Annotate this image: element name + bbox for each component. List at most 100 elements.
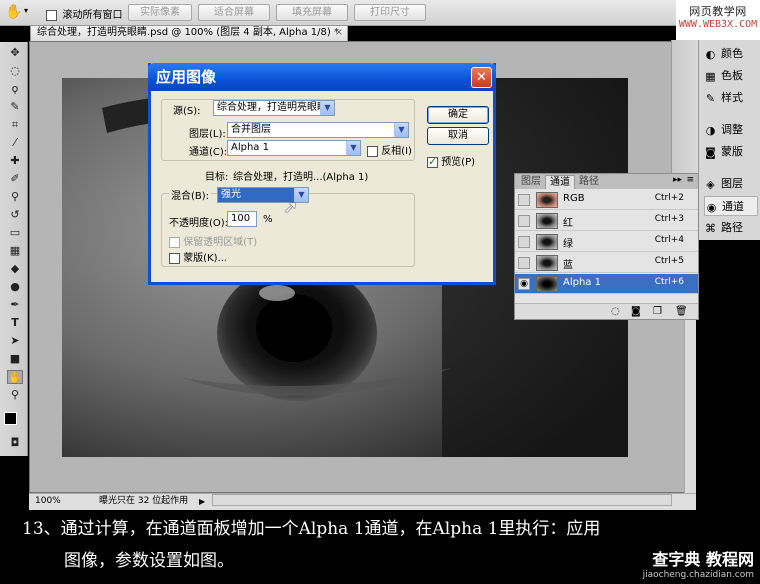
- caption-line-1: 13、通过计算，在通道面板增加一个Alpha 1通道，在Alpha 1里执行：应…: [22, 519, 601, 539]
- hand-tool-icon[interactable]: ✋: [5, 4, 22, 20]
- chevron-down-icon[interactable]: ▾: [24, 6, 28, 15]
- layer-select[interactable]: 合并图层 ▼: [227, 122, 409, 138]
- pen-tool-icon[interactable]: ✒: [7, 298, 23, 312]
- blur-tool-icon[interactable]: ◆: [7, 262, 23, 276]
- delete-channel-icon[interactable]: 🗑: [675, 306, 688, 317]
- fit-screen-button[interactable]: 适合屏幕: [198, 4, 270, 21]
- channel-row-green[interactable]: 绿 Ctrl+4: [515, 232, 698, 252]
- quick-select-tool-icon[interactable]: ✎: [7, 100, 23, 114]
- preview-checkbox[interactable]: 预览(P): [427, 153, 475, 168]
- ok-button[interactable]: 确定: [427, 106, 489, 124]
- channel-thumbnail: [536, 213, 558, 229]
- channels-icon: ◉: [706, 200, 717, 214]
- marquee-tool-icon[interactable]: ◌: [7, 64, 23, 78]
- quick-mask-icon[interactable]: ◘: [7, 436, 23, 450]
- save-selection-icon[interactable]: ◙: [631, 306, 641, 317]
- preserve-transparency-checkbox[interactable]: 保留透明区域(T): [169, 233, 257, 248]
- healing-brush-tool-icon[interactable]: ✚: [7, 154, 23, 168]
- invert-checkbox[interactable]: 反相(I): [367, 142, 412, 157]
- invert-label: 反相(I): [381, 146, 412, 157]
- panel-adjustments[interactable]: ◑ 调整: [704, 120, 758, 140]
- panel-masks[interactable]: ◙ 蒙版: [704, 142, 758, 162]
- panel-styles[interactable]: ✎ 样式: [704, 88, 758, 108]
- checkbox-box[interactable]: [46, 9, 57, 21]
- document-tab[interactable]: 综合处理，打造明亮眼睛.psd @ 100% (图层 4 副本, Alpha 1…: [30, 25, 348, 41]
- panel-styles-label: 样式: [721, 91, 743, 104]
- opacity-input[interactable]: 100: [227, 211, 257, 227]
- blending-label: 混合(B):: [169, 187, 212, 202]
- channel-select[interactable]: Alpha 1 ▼: [227, 140, 361, 156]
- close-tab-icon[interactable]: ×: [335, 26, 343, 40]
- tab-channels[interactable]: 通道: [545, 175, 575, 189]
- load-selection-icon[interactable]: ◌: [611, 306, 620, 317]
- channel-row-blue[interactable]: 蓝 Ctrl+5: [515, 253, 698, 273]
- visibility-toggle[interactable]: [518, 257, 530, 269]
- close-button[interactable]: ✕: [471, 67, 492, 88]
- eye-icon[interactable]: ◉: [518, 278, 530, 290]
- channel-name: Alpha 1: [563, 277, 601, 288]
- crop-tool-icon[interactable]: ⌗: [7, 118, 23, 132]
- panel-layers[interactable]: ◈ 图层: [704, 174, 758, 194]
- panel-color[interactable]: ◐ 颜色: [704, 44, 758, 64]
- new-channel-icon[interactable]: ❐: [653, 306, 662, 317]
- visibility-toggle[interactable]: [518, 194, 530, 206]
- channel-label: 通道(C):: [189, 147, 228, 158]
- source-label: 源(S):: [173, 106, 201, 117]
- color-icon: ◐: [705, 47, 716, 61]
- preserve-checkbox-box[interactable]: [169, 236, 180, 248]
- channels-panel-footer: ◌ ◙ ❐ 🗑: [515, 303, 698, 319]
- brush-tool-icon[interactable]: ✐: [7, 172, 23, 186]
- clone-stamp-tool-icon[interactable]: ⚲: [7, 190, 23, 204]
- chevron-down-icon[interactable]: ▼: [346, 141, 360, 155]
- visibility-toggle[interactable]: [518, 215, 530, 227]
- tab-layers[interactable]: 图层: [517, 175, 545, 189]
- panel-swatches[interactable]: ▦ 色板: [704, 66, 758, 86]
- source-select[interactable]: 综合处理，打造明亮眼睛... ▼: [213, 100, 335, 116]
- status-menu-arrow-icon[interactable]: ▶: [199, 494, 205, 509]
- path-select-tool-icon[interactable]: ➤: [7, 334, 23, 348]
- caption-line-2: 图像，参数设置如图。: [64, 551, 234, 571]
- panel-menu-icon[interactable]: ≡: [686, 175, 694, 185]
- print-size-button[interactable]: 打印尺寸: [354, 4, 426, 21]
- preview-checkbox-box[interactable]: [427, 155, 438, 168]
- chevron-down-icon[interactable]: ▼: [394, 123, 408, 137]
- invert-checkbox-box[interactable]: [367, 145, 378, 157]
- cancel-button[interactable]: 取消: [427, 127, 489, 145]
- type-tool-icon[interactable]: T: [7, 316, 23, 330]
- zoom-level[interactable]: 100%: [35, 494, 61, 509]
- collapse-icon[interactable]: ▸▸: [673, 175, 682, 185]
- zoom-tool-icon[interactable]: ⚲: [7, 388, 23, 402]
- fill-screen-button[interactable]: 填充屏幕: [276, 4, 348, 21]
- channel-row-rgb[interactable]: RGB Ctrl+2: [515, 190, 698, 210]
- mask-checkbox-box[interactable]: [169, 252, 180, 264]
- hand-tool-icon[interactable]: ✋: [7, 370, 23, 384]
- visibility-toggle[interactable]: [518, 236, 530, 248]
- lasso-tool-icon[interactable]: ϙ: [7, 82, 23, 96]
- target-label: 目标:: [205, 172, 229, 183]
- cursor-icon: ➚: [283, 197, 299, 218]
- horizontal-scrollbar[interactable]: [212, 494, 672, 506]
- channel-row-alpha1[interactable]: ◉ Alpha 1 Ctrl+6: [515, 274, 698, 294]
- paths-icon: ⌘: [705, 221, 716, 235]
- move-tool-icon[interactable]: ✥: [7, 46, 23, 60]
- chevron-down-icon[interactable]: ▼: [320, 101, 334, 115]
- eyedropper-tool-icon[interactable]: ⁄: [7, 136, 23, 150]
- shape-tool-icon[interactable]: ■: [7, 352, 23, 366]
- dialog-title-bar[interactable]: 应用图像 ✕: [148, 63, 496, 91]
- gradient-tool-icon[interactable]: ▦: [7, 244, 23, 258]
- panel-paths[interactable]: ⌘ 路径: [704, 218, 758, 238]
- history-brush-tool-icon[interactable]: ↺: [7, 208, 23, 222]
- eraser-tool-icon[interactable]: ▭: [7, 226, 23, 240]
- dodge-tool-icon[interactable]: ●: [7, 280, 23, 294]
- actual-pixels-button[interactable]: 实际像素: [128, 4, 192, 21]
- channel-thumbnail: [536, 276, 558, 292]
- channel-name: 绿: [563, 239, 573, 250]
- channel-row-red[interactable]: 红 Ctrl+3: [515, 211, 698, 231]
- mask-checkbox[interactable]: 蒙版(K)...: [169, 249, 227, 264]
- channel-shortcut: Ctrl+2: [654, 193, 684, 203]
- panel-channels[interactable]: ◉ 通道: [704, 196, 758, 216]
- watermark-top: 网页教学网 WWW.WEB3X.COM: [676, 0, 760, 40]
- foreground-color-swatch[interactable]: [4, 412, 17, 425]
- tab-paths[interactable]: 路径: [575, 175, 603, 189]
- scroll-all-windows-checkbox[interactable]: 滚动所有窗口: [46, 6, 123, 21]
